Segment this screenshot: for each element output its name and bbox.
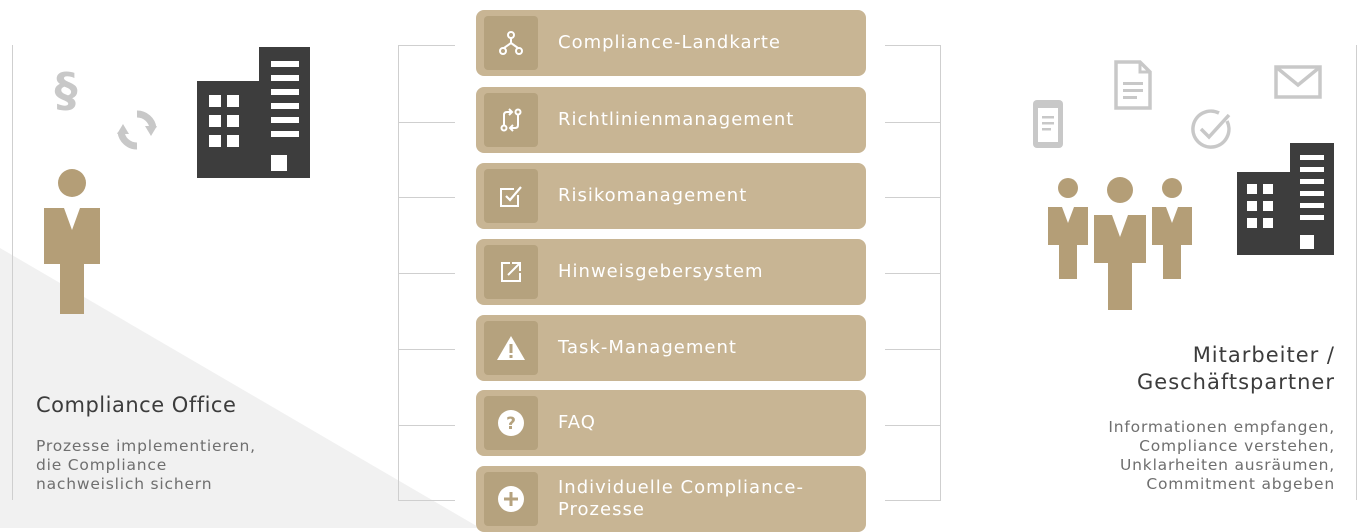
people-icon bbox=[1048, 177, 1192, 310]
left-connector bbox=[398, 425, 455, 426]
right-connector bbox=[885, 349, 941, 350]
description-line: die Compliance bbox=[36, 456, 168, 474]
left-connector bbox=[398, 45, 455, 46]
mitarbeiter-description: Informationen empfangen, Compliance vers… bbox=[1035, 418, 1335, 494]
description-line: Compliance verstehen, bbox=[1139, 437, 1335, 455]
description-line: Commitment abgeben bbox=[1146, 475, 1335, 493]
document-icon bbox=[1114, 60, 1152, 110]
menu-item-label: Compliance-Landkarte bbox=[558, 32, 782, 53]
right-connector bbox=[885, 122, 941, 123]
menu-item-individuelle-prozesse[interactable]: Individuelle Compliance-Prozesse bbox=[476, 466, 866, 532]
title-line: Geschäftspartner bbox=[1137, 370, 1335, 394]
right-connector bbox=[885, 273, 941, 274]
right-connector bbox=[885, 500, 941, 501]
menu-item-risikomanagement[interactable]: Risikomanagement bbox=[476, 163, 866, 229]
mitarbeiter-title: Mitarbeiter / Geschäftspartner bbox=[1075, 342, 1335, 396]
menu-item-label: FAQ bbox=[558, 412, 596, 433]
menu-item-label: Risikomanagement bbox=[558, 185, 748, 206]
person-icon bbox=[44, 169, 100, 314]
warning-icon bbox=[484, 321, 538, 375]
question-icon: ? bbox=[484, 396, 538, 450]
left-connector bbox=[398, 122, 455, 123]
menu-item-richtlinienmanagement[interactable]: Richtlinienmanagement bbox=[476, 87, 866, 153]
menu-item-compliance-landkarte[interactable]: Compliance-Landkarte bbox=[476, 10, 866, 76]
building-icon bbox=[197, 47, 310, 178]
checkbox-icon bbox=[484, 169, 538, 223]
left-frame-line bbox=[12, 45, 13, 500]
check-circle-icon bbox=[1191, 109, 1231, 149]
right-connector bbox=[885, 45, 941, 46]
description-line: Informationen empfangen, bbox=[1108, 418, 1335, 436]
left-connector bbox=[398, 273, 455, 274]
right-frame-line bbox=[1356, 45, 1357, 500]
building-icon bbox=[1237, 143, 1334, 255]
left-connector bbox=[398, 197, 455, 198]
menu-item-label: Richtlinienmanagement bbox=[558, 109, 795, 130]
compliance-office-description: Prozesse implementieren, die Compliance … bbox=[36, 437, 296, 494]
compliance-office-title: Compliance Office bbox=[36, 393, 237, 417]
paragraph-icon: § bbox=[55, 63, 78, 114]
plus-circle-icon bbox=[484, 472, 538, 526]
svg-text:§: § bbox=[55, 63, 78, 114]
title-line: Mitarbeiter / bbox=[1192, 343, 1335, 367]
left-connector bbox=[398, 500, 455, 501]
git-compare-icon bbox=[484, 93, 538, 147]
menu-item-label: Task-Management bbox=[558, 337, 737, 358]
menu-item-label: Hinweisgebersystem bbox=[558, 261, 764, 282]
right-connector bbox=[885, 197, 941, 198]
left-connector bbox=[398, 349, 455, 350]
svg-text:?: ? bbox=[506, 414, 516, 434]
menu-item-label: Individuelle Compliance-Prozesse bbox=[558, 477, 804, 520]
menu-item-hinweisgebersystem[interactable]: Hinweisgebersystem bbox=[476, 239, 866, 305]
phone-icon bbox=[1033, 100, 1063, 148]
sync-icon bbox=[117, 110, 157, 150]
menu-item-faq[interactable]: ? FAQ bbox=[476, 390, 866, 456]
sitemap-icon bbox=[484, 16, 538, 70]
menu-item-task-management[interactable]: Task-Management bbox=[476, 315, 866, 381]
description-line: Prozesse implementieren, bbox=[36, 437, 256, 455]
external-link-icon bbox=[484, 245, 538, 299]
right-connector bbox=[885, 425, 941, 426]
description-line: Unklarheiten ausräumen, bbox=[1120, 456, 1335, 474]
description-line: nachweislich sichern bbox=[36, 475, 213, 493]
envelope-icon bbox=[1274, 65, 1322, 99]
